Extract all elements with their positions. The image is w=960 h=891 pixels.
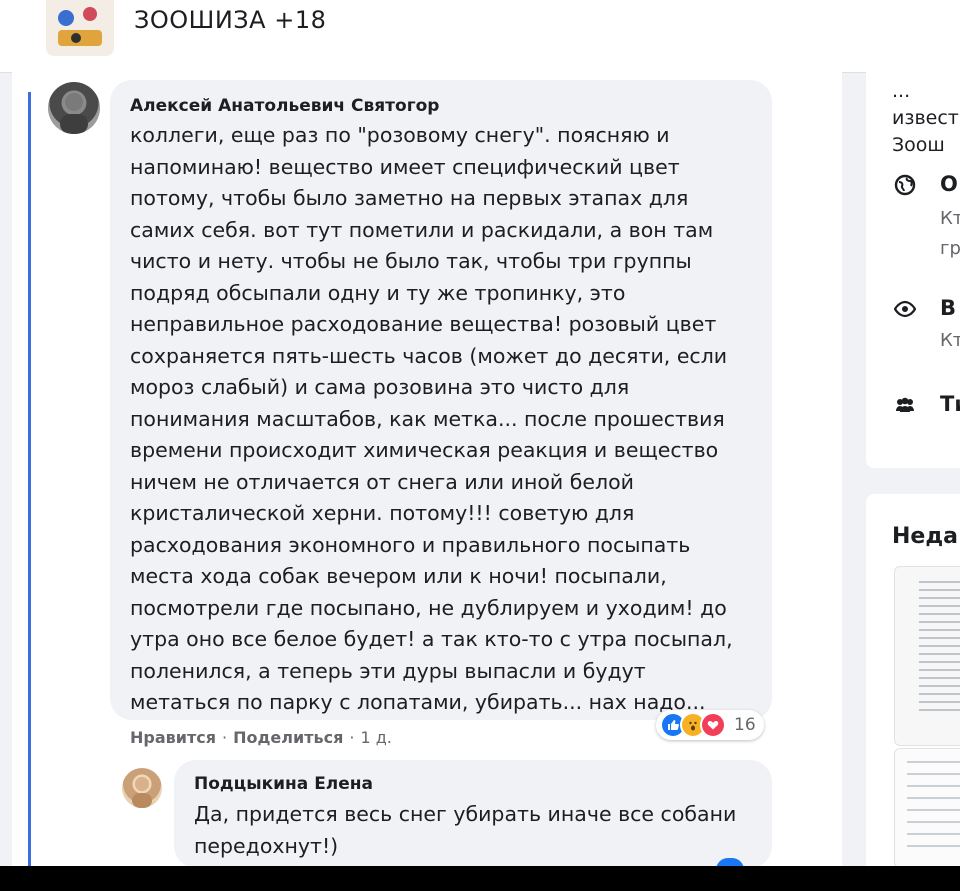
comment-author[interactable]: Алексей Анатольевич Святогор xyxy=(130,96,439,116)
reaction-summary[interactable]: 16 xyxy=(656,710,764,740)
globe-icon xyxy=(894,174,916,196)
reply-author[interactable]: Подцыкина Елена xyxy=(194,774,373,794)
about-row-title: Ти xyxy=(940,392,960,416)
about-row-subtitle: Кт гр xyxy=(940,208,960,259)
recent-media-thumbnail[interactable] xyxy=(894,566,960,746)
screen-bottom-border xyxy=(0,866,960,891)
comment-timestamp[interactable]: 1 д. xyxy=(360,728,391,747)
about-row-title: О xyxy=(940,172,958,196)
eye-icon xyxy=(894,298,916,320)
recent-media-thumbnail[interactable] xyxy=(894,748,960,868)
thread-line xyxy=(28,92,31,872)
group-cover-thumbnail[interactable] xyxy=(46,0,114,56)
group-name[interactable]: ЗООШИЗА +18 xyxy=(134,6,326,34)
about-text: ... извест Зоош xyxy=(892,80,959,156)
reply-avatar[interactable] xyxy=(122,768,162,808)
reaction-count: 16 xyxy=(734,715,756,735)
reply-text: Да, придется весь снег убирать иначе все… xyxy=(194,802,737,858)
about-row-subtitle: Кт xyxy=(940,330,960,351)
people-icon xyxy=(894,394,916,416)
group-header-bar: ЗООШИЗА +18 xyxy=(0,0,960,73)
thumbnail-text-lines xyxy=(919,581,960,711)
like-link[interactable]: Нравится xyxy=(130,728,216,747)
comment-text: коллеги, еще раз по "розовому снегу". по… xyxy=(130,123,733,714)
separator: · xyxy=(349,728,355,747)
avatar[interactable] xyxy=(48,82,100,134)
recent-section-title: Неда xyxy=(892,524,958,549)
share-link[interactable]: Поделиться xyxy=(233,728,343,747)
thumbnail-text-lines xyxy=(907,761,960,851)
love-icon xyxy=(700,712,726,738)
comment-actions: Нравится · Поделиться · 1 д. xyxy=(130,728,392,747)
about-row-title: В xyxy=(940,296,957,320)
separator: · xyxy=(222,728,228,747)
